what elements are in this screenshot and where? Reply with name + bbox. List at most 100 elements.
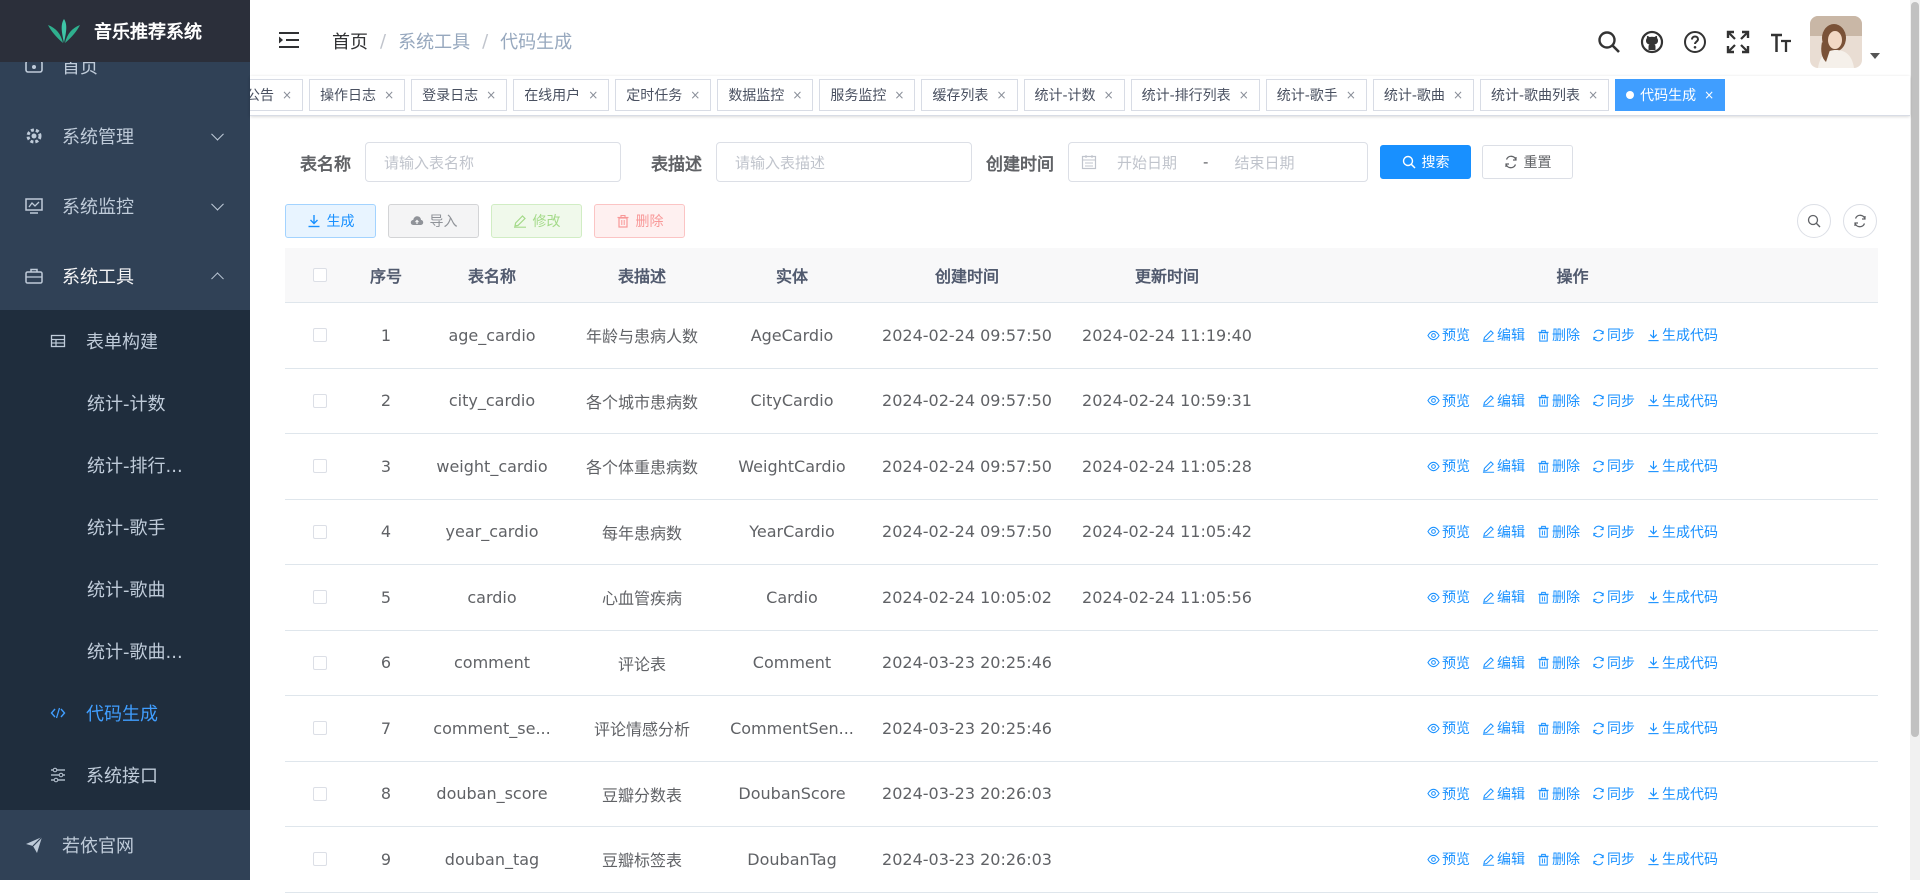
gen-code-link[interactable]: 生成代码: [1647, 653, 1718, 673]
toggle-search-button[interactable]: [1797, 204, 1831, 238]
tag-stat-singer[interactable]: 统计-歌手 ×: [1265, 79, 1367, 111]
sidebar-item-stat-song[interactable]: 统计-歌曲: [0, 558, 250, 620]
preview-link[interactable]: 预览: [1427, 522, 1470, 542]
row-checkbox[interactable]: [313, 852, 327, 867]
reset-button[interactable]: 重置: [1482, 145, 1573, 179]
row-checkbox[interactable]: [313, 721, 327, 736]
fullscreen-icon[interactable]: [1716, 22, 1759, 62]
row-checkbox[interactable]: [313, 786, 327, 801]
page-scrollbar[interactable]: [1910, 0, 1920, 880]
close-icon[interactable]: ×: [1239, 88, 1249, 102]
close-icon[interactable]: ×: [588, 88, 598, 102]
date-range-picker[interactable]: 开始日期 - 结束日期: [1068, 142, 1368, 182]
preview-link[interactable]: 预览: [1427, 653, 1470, 673]
row-checkbox[interactable]: [313, 524, 327, 539]
delete-button[interactable]: 删除: [594, 204, 685, 238]
sidebar-item-system-api[interactable]: 系统接口: [0, 744, 250, 806]
sidebar-item-stat-count[interactable]: 统计-计数: [0, 372, 250, 434]
gen-code-link[interactable]: 生成代码: [1647, 522, 1718, 542]
tag-data-monitor[interactable]: 数据监控 ×: [717, 79, 814, 111]
sync-link[interactable]: 同步: [1592, 587, 1635, 607]
sync-link[interactable]: 同步: [1592, 456, 1635, 476]
tag-stat-song-list[interactable]: 统计-歌曲列表 ×: [1480, 79, 1610, 111]
sidebar-item-code-gen[interactable]: 代码生成: [0, 682, 250, 744]
close-icon[interactable]: ×: [282, 88, 292, 102]
row-checkbox[interactable]: [313, 655, 327, 670]
preview-link[interactable]: 预览: [1427, 849, 1470, 869]
delete-link[interactable]: 删除: [1537, 325, 1580, 345]
tag-stat-rank-list[interactable]: 统计-排行列表 ×: [1130, 79, 1260, 111]
sidebar-item-ruoyi-site[interactable]: 若依官网: [0, 810, 250, 880]
edit-link[interactable]: 编辑: [1482, 849, 1525, 869]
tag-code-gen[interactable]: 代码生成 ×: [1615, 79, 1726, 111]
close-icon[interactable]: ×: [792, 88, 802, 102]
refresh-table-button[interactable]: [1843, 204, 1877, 238]
close-icon[interactable]: ×: [1704, 88, 1714, 102]
sync-link[interactable]: 同步: [1592, 325, 1635, 345]
delete-link[interactable]: 删除: [1537, 456, 1580, 476]
close-icon[interactable]: ×: [894, 88, 904, 102]
preview-link[interactable]: 预览: [1427, 718, 1470, 738]
preview-link[interactable]: 预览: [1427, 456, 1470, 476]
edit-link[interactable]: 编辑: [1482, 391, 1525, 411]
gen-code-link[interactable]: 生成代码: [1647, 849, 1718, 869]
generate-button[interactable]: 生成: [285, 204, 376, 238]
row-checkbox[interactable]: [313, 328, 327, 343]
tag-online-users[interactable]: 在线用户 ×: [513, 79, 610, 111]
table-desc-input[interactable]: 请输入表描述: [716, 142, 972, 182]
tag-cache-list[interactable]: 缓存列表 ×: [921, 79, 1018, 111]
delete-link[interactable]: 删除: [1537, 784, 1580, 804]
close-icon[interactable]: ×: [486, 88, 496, 102]
edit-button[interactable]: 修改: [491, 204, 582, 238]
edit-link[interactable]: 编辑: [1482, 653, 1525, 673]
avatar-caret-icon[interactable]: [1870, 53, 1880, 59]
sync-link[interactable]: 同步: [1592, 718, 1635, 738]
delete-link[interactable]: 删除: [1537, 653, 1580, 673]
sidebar-item-form-builder[interactable]: 表单构建: [0, 310, 250, 372]
row-checkbox[interactable]: [313, 393, 327, 408]
github-icon[interactable]: [1630, 22, 1673, 62]
hamburger-icon[interactable]: [278, 30, 300, 50]
delete-link[interactable]: 删除: [1537, 718, 1580, 738]
tag-stat-count[interactable]: 统计-计数 ×: [1023, 79, 1125, 111]
tag-login-log[interactable]: 登录日志 ×: [411, 79, 508, 111]
edit-link[interactable]: 编辑: [1482, 325, 1525, 345]
edit-link[interactable]: 编辑: [1482, 587, 1525, 607]
delete-link[interactable]: 删除: [1537, 849, 1580, 869]
row-checkbox[interactable]: [313, 459, 327, 474]
import-button[interactable]: 导入: [388, 204, 479, 238]
search-button[interactable]: 搜索: [1380, 145, 1471, 179]
select-all-checkbox[interactable]: [313, 268, 327, 282]
sync-link[interactable]: 同步: [1592, 391, 1635, 411]
edit-link[interactable]: 编辑: [1482, 718, 1525, 738]
delete-link[interactable]: 删除: [1537, 587, 1580, 607]
preview-link[interactable]: 预览: [1427, 587, 1470, 607]
logo[interactable]: 音乐推荐系统: [0, 0, 250, 62]
font-size-icon[interactable]: [1759, 22, 1802, 62]
delete-link[interactable]: 删除: [1537, 391, 1580, 411]
gen-code-link[interactable]: 生成代码: [1647, 325, 1718, 345]
sidebar-item-system-tools[interactable]: 系统工具: [0, 241, 250, 311]
gen-code-link[interactable]: 生成代码: [1647, 784, 1718, 804]
tag-stat-song[interactable]: 统计-歌曲 ×: [1372, 79, 1474, 111]
tag-service-monitor[interactable]: 服务监控 ×: [819, 79, 916, 111]
avatar[interactable]: [1810, 16, 1862, 68]
close-icon[interactable]: ×: [1453, 88, 1463, 102]
search-icon[interactable]: [1587, 22, 1630, 62]
tag-notice[interactable]: 公告 ×: [250, 79, 304, 111]
breadcrumb-home[interactable]: 首页: [332, 28, 368, 54]
gen-code-link[interactable]: 生成代码: [1647, 587, 1718, 607]
delete-link[interactable]: 删除: [1537, 522, 1580, 542]
sidebar-item-stat-song-list[interactable]: 统计-歌曲...: [0, 620, 250, 682]
preview-link[interactable]: 预览: [1427, 784, 1470, 804]
edit-link[interactable]: 编辑: [1482, 456, 1525, 476]
sidebar-item-stat-rank[interactable]: 统计-排行...: [0, 434, 250, 496]
sync-link[interactable]: 同步: [1592, 784, 1635, 804]
sync-link[interactable]: 同步: [1592, 849, 1635, 869]
close-icon[interactable]: ×: [1346, 88, 1356, 102]
table-name-input[interactable]: 请输入表名称: [365, 142, 621, 182]
sync-link[interactable]: 同步: [1592, 522, 1635, 542]
preview-link[interactable]: 预览: [1427, 325, 1470, 345]
edit-link[interactable]: 编辑: [1482, 784, 1525, 804]
sync-link[interactable]: 同步: [1592, 653, 1635, 673]
